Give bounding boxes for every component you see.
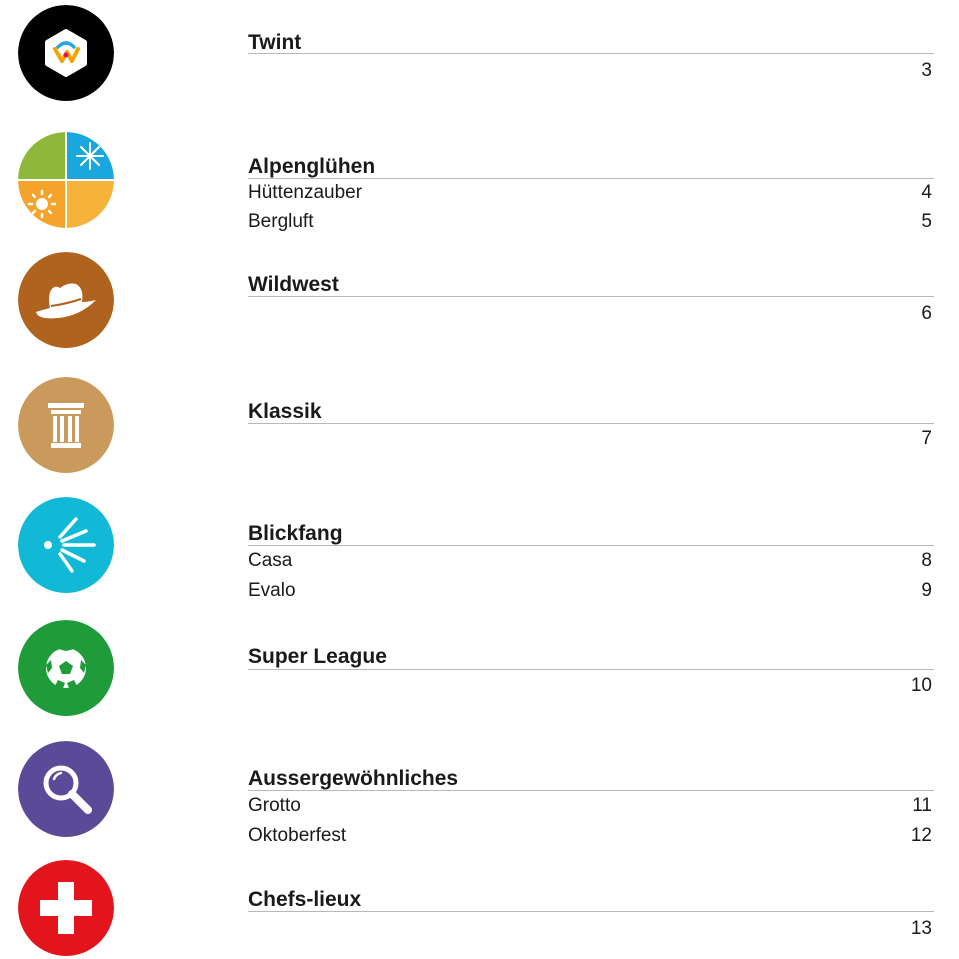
subsection-label[interactable]: Grotto <box>248 795 301 817</box>
swiss-cross-icon <box>18 860 114 956</box>
section-title[interactable]: Super League <box>248 645 387 669</box>
subsection-label[interactable]: Bergluft <box>248 211 313 233</box>
divider <box>248 423 934 424</box>
section-title[interactable]: Twint <box>248 31 301 55</box>
seasons-quadrant-icon <box>18 132 114 228</box>
section-title[interactable]: Klassik <box>248 400 322 424</box>
column-icon <box>18 377 114 473</box>
page-number[interactable]: 10 <box>911 675 932 697</box>
sparkle-rays-icon <box>18 497 114 593</box>
section-title[interactable]: Aussergewöhnliches <box>248 767 458 791</box>
twint-logo-icon <box>18 5 114 101</box>
divider <box>248 790 934 791</box>
subsection-label[interactable]: Oktoberfest <box>248 825 346 847</box>
section-title[interactable]: Blickfang <box>248 522 343 546</box>
page-number[interactable]: 3 <box>921 60 932 82</box>
page-number[interactable]: 12 <box>911 825 932 847</box>
page-number[interactable]: 4 <box>921 182 932 204</box>
divider <box>248 53 934 54</box>
subsection-label[interactable]: Hüttenzauber <box>248 182 362 204</box>
page-number[interactable]: 11 <box>912 795 932 817</box>
section-title[interactable]: Wildwest <box>248 273 339 297</box>
section-title[interactable]: Chefs-lieux <box>248 888 361 912</box>
page-number[interactable]: 9 <box>921 580 932 602</box>
page-number[interactable]: 7 <box>921 428 932 450</box>
divider <box>248 296 934 297</box>
page-number[interactable]: 6 <box>921 303 932 325</box>
subsection-label[interactable]: Casa <box>248 550 292 572</box>
magnifier-icon <box>18 741 114 837</box>
cowboy-hat-icon <box>18 252 114 348</box>
divider <box>248 669 934 670</box>
section-title[interactable]: Alpenglühen <box>248 155 375 179</box>
page-number[interactable]: 5 <box>921 211 932 233</box>
divider <box>248 545 934 546</box>
soccer-ball-icon <box>18 620 114 716</box>
divider <box>248 911 934 912</box>
divider <box>248 178 934 179</box>
page-number[interactable]: 8 <box>921 550 932 572</box>
page-number[interactable]: 13 <box>911 918 932 940</box>
subsection-label[interactable]: Evalo <box>248 580 296 602</box>
